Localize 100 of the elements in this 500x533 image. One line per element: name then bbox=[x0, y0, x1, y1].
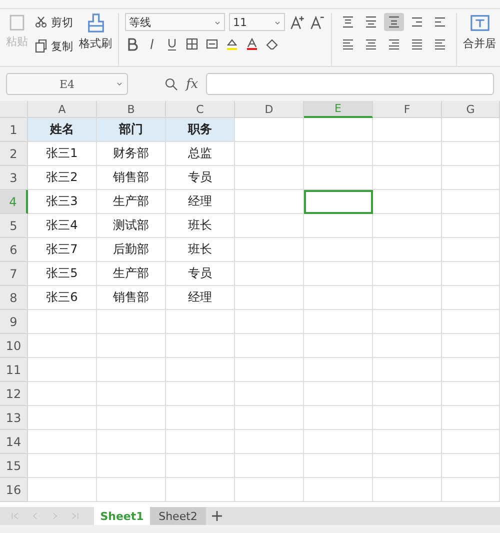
table-cell[interactable] bbox=[442, 286, 500, 310]
row-header[interactable]: 10 bbox=[0, 334, 28, 358]
table-cell[interactable]: 专员 bbox=[166, 262, 235, 286]
table-cell[interactable] bbox=[442, 430, 500, 454]
table-cell[interactable] bbox=[28, 478, 97, 502]
table-cell[interactable] bbox=[373, 334, 442, 358]
table-cell[interactable] bbox=[166, 382, 235, 406]
table-cell[interactable] bbox=[235, 286, 304, 310]
table-cell[interactable] bbox=[373, 166, 442, 190]
table-cell[interactable] bbox=[442, 310, 500, 334]
table-cell[interactable] bbox=[235, 166, 304, 190]
table-cell[interactable] bbox=[373, 310, 442, 334]
sheet-nav-icon[interactable] bbox=[70, 510, 80, 522]
row-header[interactable]: 7 bbox=[0, 262, 28, 286]
table-cell[interactable] bbox=[442, 166, 500, 190]
table-cell[interactable] bbox=[235, 262, 304, 286]
table-cell[interactable]: 专员 bbox=[166, 166, 235, 190]
column-header[interactable]: A bbox=[28, 101, 97, 118]
font-family-field[interactable]: 等线 bbox=[125, 13, 225, 31]
table-cell[interactable] bbox=[304, 262, 373, 286]
table-cell[interactable]: 张三6 bbox=[28, 286, 97, 310]
active-cell[interactable] bbox=[304, 190, 373, 214]
table-cell[interactable] bbox=[97, 334, 166, 358]
table-cell[interactable] bbox=[304, 166, 373, 190]
table-cell[interactable] bbox=[97, 382, 166, 406]
table-cell[interactable] bbox=[442, 478, 500, 502]
table-cell[interactable] bbox=[304, 286, 373, 310]
table-cell[interactable] bbox=[28, 358, 97, 382]
row-header[interactable]: 16 bbox=[0, 478, 28, 502]
row-header[interactable]: 13 bbox=[0, 406, 28, 430]
formula-field[interactable] bbox=[206, 73, 494, 95]
table-cell[interactable] bbox=[373, 358, 442, 382]
table-cell[interactable] bbox=[304, 454, 373, 478]
table-cell[interactable] bbox=[97, 478, 166, 502]
table-cell[interactable] bbox=[304, 334, 373, 358]
cut-button[interactable]: 剪切 bbox=[34, 13, 73, 31]
table-cell[interactable] bbox=[97, 430, 166, 454]
sheet-nav-icon[interactable] bbox=[10, 510, 20, 522]
table-cell[interactable] bbox=[373, 382, 442, 406]
table-cell[interactable] bbox=[442, 142, 500, 166]
table-cell[interactable] bbox=[373, 454, 442, 478]
table-cell[interactable]: 经理 bbox=[166, 286, 235, 310]
table-cell[interactable] bbox=[97, 406, 166, 430]
row-header[interactable]: 9 bbox=[0, 310, 28, 334]
table-cell[interactable] bbox=[166, 334, 235, 358]
table-cell[interactable] bbox=[235, 454, 304, 478]
row-header[interactable]: 8 bbox=[0, 286, 28, 310]
row-header[interactable]: 1 bbox=[0, 118, 28, 142]
table-cell[interactable] bbox=[235, 406, 304, 430]
table-cell[interactable] bbox=[442, 118, 500, 142]
table-cell[interactable]: 张三5 bbox=[28, 262, 97, 286]
table-cell[interactable] bbox=[373, 478, 442, 502]
column-header[interactable]: G bbox=[442, 101, 500, 118]
table-cell[interactable]: 经理 bbox=[166, 190, 235, 214]
table-cell[interactable] bbox=[28, 382, 97, 406]
table-cell[interactable] bbox=[373, 190, 442, 214]
table-cell[interactable] bbox=[304, 406, 373, 430]
table-cell[interactable]: 销售部 bbox=[97, 166, 166, 190]
table-cell[interactable] bbox=[304, 238, 373, 262]
column-header[interactable]: C bbox=[166, 101, 235, 118]
table-cell[interactable] bbox=[28, 334, 97, 358]
table-cell[interactable] bbox=[373, 238, 442, 262]
table-cell[interactable] bbox=[235, 430, 304, 454]
table-cell[interactable]: 生产部 bbox=[97, 190, 166, 214]
table-cell[interactable]: 张三4 bbox=[28, 214, 97, 238]
table-cell[interactable] bbox=[235, 334, 304, 358]
column-header[interactable]: D bbox=[235, 101, 304, 118]
table-cell[interactable] bbox=[373, 262, 442, 286]
row-header[interactable]: 6 bbox=[0, 238, 28, 262]
table-cell[interactable] bbox=[235, 214, 304, 238]
table-cell[interactable] bbox=[235, 142, 304, 166]
align-button[interactable] bbox=[384, 13, 404, 31]
table-cell[interactable] bbox=[235, 478, 304, 502]
sheet-tab[interactable]: Sheet1 bbox=[94, 507, 150, 525]
column-header[interactable]: B bbox=[97, 101, 166, 118]
table-cell[interactable] bbox=[442, 406, 500, 430]
row-header[interactable]: 14 bbox=[0, 430, 28, 454]
table-cell[interactable] bbox=[235, 118, 304, 142]
table-cell[interactable] bbox=[442, 262, 500, 286]
table-cell[interactable] bbox=[235, 382, 304, 406]
table-cell[interactable]: 部门 bbox=[97, 118, 166, 142]
table-cell[interactable] bbox=[442, 238, 500, 262]
table-cell[interactable] bbox=[304, 310, 373, 334]
row-header[interactable]: 11 bbox=[0, 358, 28, 382]
table-cell[interactable] bbox=[97, 358, 166, 382]
table-cell[interactable] bbox=[373, 406, 442, 430]
table-cell[interactable] bbox=[28, 310, 97, 334]
row-header[interactable]: 12 bbox=[0, 382, 28, 406]
table-cell[interactable]: 张三1 bbox=[28, 142, 97, 166]
row-header[interactable]: 15 bbox=[0, 454, 28, 478]
table-cell[interactable] bbox=[235, 238, 304, 262]
table-cell[interactable] bbox=[166, 478, 235, 502]
merge-button[interactable]: 合并居 bbox=[463, 36, 496, 51]
table-cell[interactable] bbox=[373, 142, 442, 166]
table-cell[interactable]: 销售部 bbox=[97, 286, 166, 310]
fx-label[interactable]: fx bbox=[186, 76, 198, 92]
table-cell[interactable] bbox=[442, 190, 500, 214]
table-cell[interactable]: 张三2 bbox=[28, 166, 97, 190]
table-cell[interactable] bbox=[166, 310, 235, 334]
table-cell[interactable] bbox=[28, 430, 97, 454]
